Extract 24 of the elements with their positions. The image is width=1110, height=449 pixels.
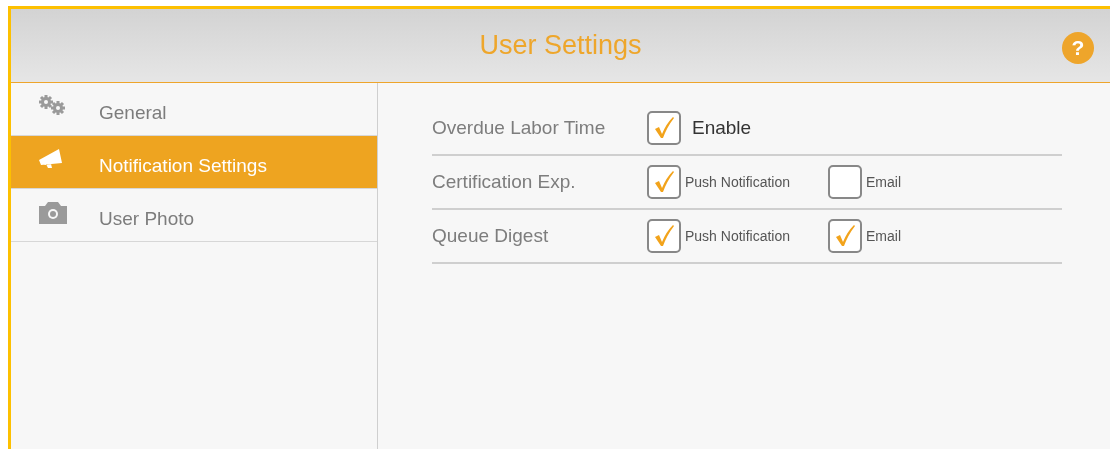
checkbox-label: Push Notification [685, 226, 791, 246]
sidebar-label: Notification Settings [99, 155, 267, 175]
checkbox-label: Enable [692, 115, 752, 140]
sidebar-label: User Photo [99, 208, 195, 228]
checkbox-label: Email [866, 226, 901, 246]
checkbox[interactable] [828, 165, 862, 199]
check-icon [653, 116, 675, 140]
check-icon [653, 170, 675, 194]
checkbox[interactable] [647, 111, 681, 145]
setting-label: Queue Digest [432, 223, 550, 248]
checkbox[interactable] [828, 219, 862, 253]
setting-label: Overdue Labor Time [432, 115, 607, 140]
check-icon [834, 224, 856, 248]
setting-label: Certification Exp. [432, 169, 577, 194]
sidebar-item[interactable]: Notification Settings [11, 136, 377, 189]
help-button[interactable]: ? [1062, 32, 1094, 64]
sidebar-label: General [99, 102, 167, 122]
check-icon [653, 224, 675, 248]
checkbox[interactable] [647, 219, 681, 253]
camera-icon [37, 200, 69, 226]
checkbox[interactable] [647, 165, 681, 199]
checkbox-label: Email [866, 172, 901, 192]
window-title: User Settings [479, 29, 642, 63]
checkbox-label: Push Notification [685, 172, 791, 192]
